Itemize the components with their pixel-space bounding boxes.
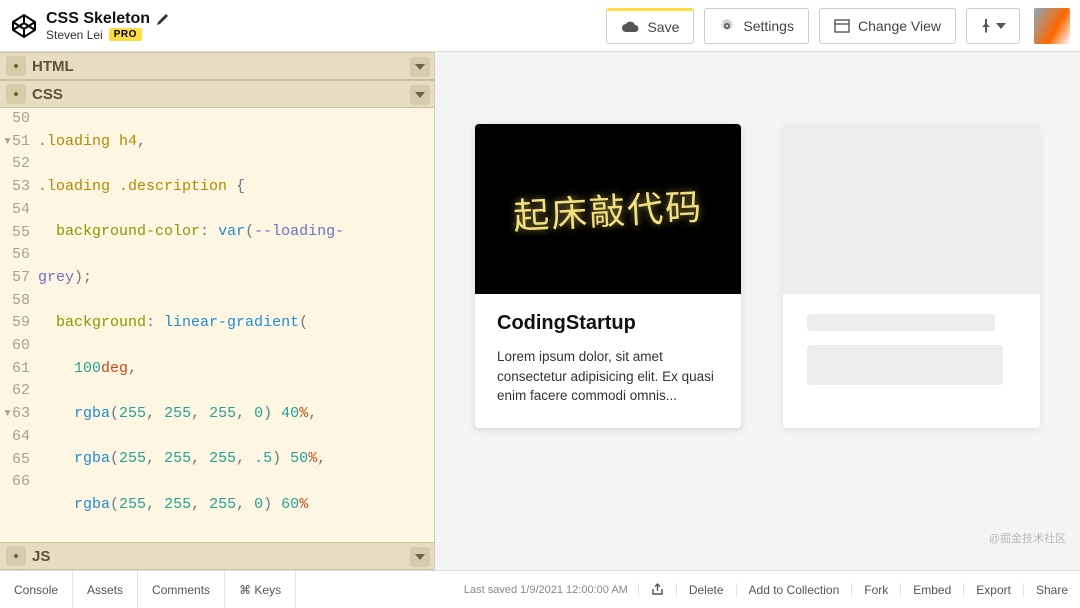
user-avatar[interactable]: [1034, 8, 1070, 44]
js-panel-header[interactable]: JS: [0, 542, 434, 570]
pin-button[interactable]: [966, 8, 1020, 44]
assets-tab[interactable]: Assets: [73, 571, 138, 608]
codepen-logo[interactable]: [10, 12, 38, 40]
add-collection-button[interactable]: Add to Collection: [736, 583, 852, 597]
delete-button[interactable]: Delete: [676, 583, 736, 597]
edit-title-icon[interactable]: [156, 12, 170, 26]
chevron-down-icon[interactable]: [410, 57, 430, 77]
layout-icon: [834, 19, 850, 33]
comments-tab[interactable]: Comments: [138, 571, 225, 608]
embed-button[interactable]: Embed: [900, 583, 963, 597]
preview-pane: 起床敲代码 CodingStartup Lorem ipsum dolor, s…: [435, 52, 1080, 570]
html-panel-header[interactable]: HTML: [0, 52, 434, 80]
css-panel-header[interactable]: CSS: [0, 80, 434, 108]
line-gutter: 50 ▾51 52 53 54 55 56 57 58 59 60 61 62 …: [0, 108, 34, 494]
card-image: 起床敲代码: [475, 124, 741, 294]
chevron-down-icon[interactable]: [410, 85, 430, 105]
handwriting-text: 起床敲代码: [512, 178, 704, 240]
gear-icon[interactable]: [6, 546, 26, 566]
export-icon-button[interactable]: [638, 583, 676, 596]
export-button[interactable]: Export: [963, 583, 1023, 597]
console-tab[interactable]: Console: [0, 571, 73, 608]
js-panel-label: JS: [32, 548, 50, 565]
gear-icon[interactable]: [6, 84, 26, 104]
change-view-button[interactable]: Change View: [819, 8, 956, 44]
watermark-text: @掘金技术社区: [989, 530, 1066, 546]
pen-author[interactable]: Steven Lei: [46, 28, 103, 42]
css-code-editor[interactable]: 50 ▾51 52 53 54 55 56 57 58 59 60 61 62 …: [0, 108, 434, 542]
chevron-down-icon[interactable]: [410, 547, 430, 567]
skeleton-title-line: [807, 314, 995, 331]
gear-icon[interactable]: [6, 56, 26, 76]
keys-tab[interactable]: ⌘ Keys: [225, 571, 296, 608]
preview-card-skeleton: [783, 124, 1040, 428]
last-saved-text: Last saved 1/9/2021 12:00:00 AM: [454, 584, 638, 596]
chevron-down-icon: [996, 23, 1006, 29]
css-panel-label: CSS: [32, 86, 63, 103]
skeleton-desc-block: [807, 345, 1003, 385]
preview-card-loaded: 起床敲代码 CodingStartup Lorem ipsum dolor, s…: [475, 124, 741, 428]
cloud-icon: [621, 20, 639, 34]
pin-icon: [980, 19, 992, 33]
bottom-bar: Console Assets Comments ⌘ Keys Last save…: [0, 570, 1080, 608]
html-panel-label: HTML: [32, 58, 74, 75]
card-title: CodingStartup: [497, 312, 719, 335]
pen-title-area: CSS Skeleton Steven Lei PRO: [46, 10, 170, 42]
skeleton-image: [783, 124, 1040, 294]
gear-icon: [719, 18, 735, 34]
pro-badge: PRO: [109, 28, 142, 41]
share-button[interactable]: Share: [1023, 583, 1080, 597]
card-description: Lorem ipsum dolor, sit amet consectetur …: [497, 347, 719, 406]
pen-title[interactable]: CSS Skeleton: [46, 10, 150, 28]
code-body[interactable]: .loading h4, .loading .description { bac…: [38, 108, 434, 542]
top-bar: CSS Skeleton Steven Lei PRO Save Setting…: [0, 0, 1080, 52]
settings-button[interactable]: Settings: [704, 8, 809, 44]
fork-button[interactable]: Fork: [851, 583, 900, 597]
save-button[interactable]: Save: [606, 8, 694, 44]
editor-column: HTML CSS 50 ▾51 52 53 54 55 56 57 58 59 …: [0, 52, 435, 570]
export-icon: [651, 583, 664, 596]
main-area: HTML CSS 50 ▾51 52 53 54 55 56 57 58 59 …: [0, 52, 1080, 570]
